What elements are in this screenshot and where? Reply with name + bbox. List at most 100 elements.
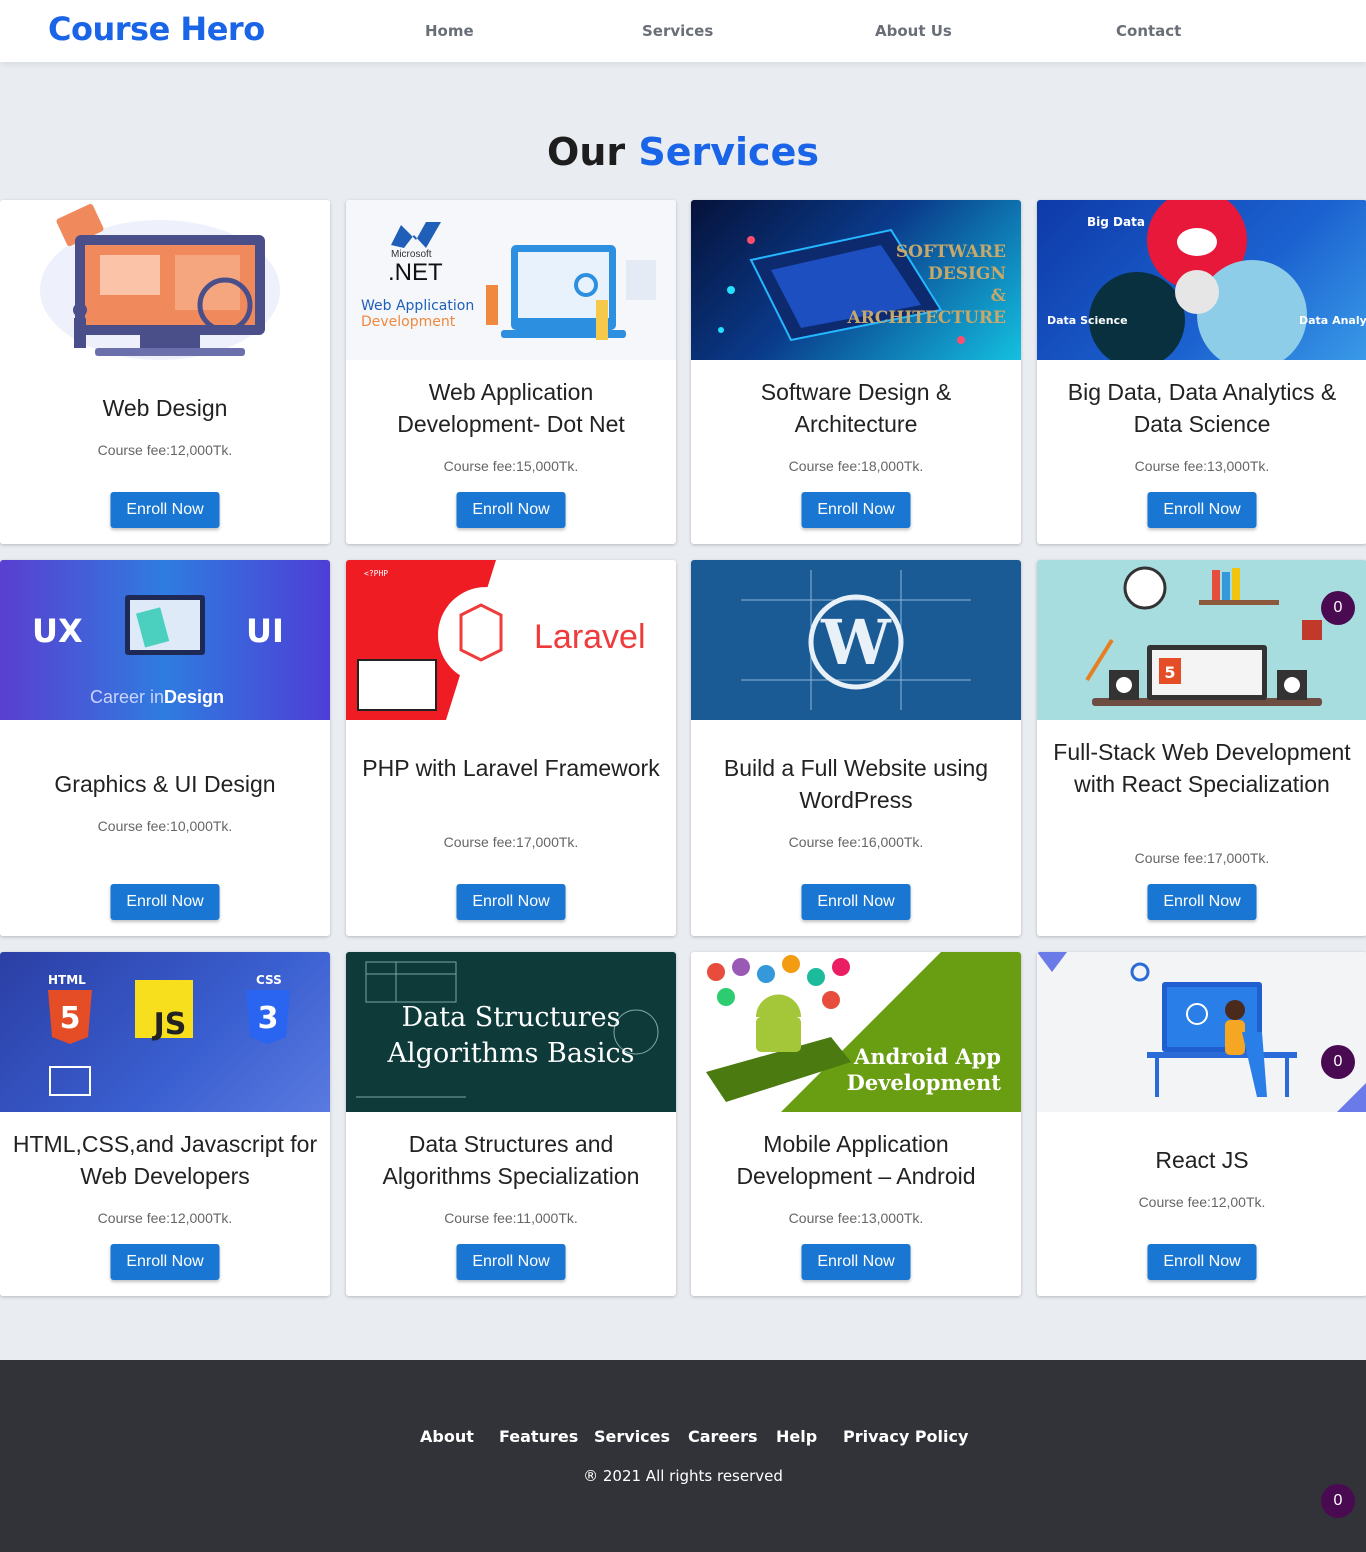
fullstack-illustration: 5 bbox=[1085, 566, 1322, 706]
img-text: Career in bbox=[90, 687, 164, 707]
navbar: Course Hero Home Services About Us Conta… bbox=[0, 0, 1366, 62]
course-card-wordpress: W Build a Full Website using WordPress C… bbox=[691, 560, 1021, 936]
card-fee: Course fee:11,000Tk. bbox=[444, 1210, 578, 1226]
section-title-prefix: Our bbox=[547, 130, 626, 174]
web-design-illustration bbox=[40, 203, 280, 360]
img-text: ARCHITECTURE bbox=[846, 308, 1006, 328]
notification-badge[interactable]: 0 bbox=[1321, 591, 1355, 625]
enroll-now-button[interactable]: Enroll Now bbox=[1147, 1244, 1257, 1280]
enroll-now-button[interactable]: Enroll Now bbox=[110, 1244, 220, 1280]
card-image-android: Android App Development bbox=[691, 952, 1021, 1112]
img-text: Algorithms Basics bbox=[387, 1038, 635, 1069]
card-image-dot-net: Microsoft .NET Web Application Developme… bbox=[346, 200, 676, 360]
img-text: Data Structures bbox=[401, 1002, 620, 1033]
card-image-graphics-ui: UX UI Career in Design bbox=[0, 560, 330, 720]
card-fee: Course fee:17,000Tk. bbox=[443, 834, 579, 850]
card-title: Full-Stack Web Development with React Sp… bbox=[1053, 739, 1351, 797]
enroll-now-button[interactable]: Enroll Now bbox=[456, 884, 566, 920]
card-image-html-css-js: HTML 5 JS CSS 3 bbox=[0, 952, 330, 1112]
enroll-now-button[interactable]: Enroll Now bbox=[110, 884, 220, 920]
card-title: Mobile Application Development – Android bbox=[736, 1131, 976, 1189]
card-fee: Course fee:16,000Tk. bbox=[788, 834, 924, 850]
nav-about-us[interactable]: About Us bbox=[875, 22, 952, 40]
img-text: & bbox=[991, 286, 1007, 306]
nav-contact[interactable]: Contact bbox=[1116, 22, 1181, 40]
card-image-fullstack-react: 5 bbox=[1037, 560, 1366, 720]
footer: About Features Services Careers Help Pri… bbox=[0, 1360, 1366, 1552]
img-text: UX bbox=[32, 612, 83, 650]
img-text: SOFTWARE bbox=[896, 242, 1006, 262]
brand-logo[interactable]: Course Hero bbox=[48, 10, 265, 48]
software-design-illustration: SOFTWARE DESIGN & ARCHITECTURE bbox=[718, 228, 1007, 344]
footer-link-careers[interactable]: Careers bbox=[688, 1427, 758, 1446]
img-text: CSS bbox=[256, 973, 282, 987]
notification-badge[interactable]: 0 bbox=[1321, 1484, 1355, 1518]
footer-link-privacy-policy[interactable]: Privacy Policy bbox=[843, 1427, 968, 1446]
img-text: 5 bbox=[60, 1001, 81, 1036]
enroll-now-button[interactable]: Enroll Now bbox=[1147, 884, 1257, 920]
card-fee: Course fee:13,000Tk. bbox=[788, 1210, 924, 1226]
section-title-accent: Services bbox=[638, 130, 819, 174]
card-title: Data Structures and Algorithms Specializ… bbox=[382, 1131, 640, 1189]
card-title: React JS bbox=[1155, 1147, 1249, 1173]
img-text: 5 bbox=[1164, 663, 1175, 682]
card-title: Web Application Development- Dot Net bbox=[397, 379, 625, 437]
img-text: Android App bbox=[853, 1044, 1001, 1069]
html-css-js-illustration: HTML 5 JS CSS 3 bbox=[48, 973, 290, 1096]
img-text: W bbox=[820, 606, 892, 679]
section-title: Our Services bbox=[0, 130, 1366, 174]
footer-link-help[interactable]: Help bbox=[776, 1427, 817, 1446]
card-image-data-structures: Data Structures Algorithms Basics bbox=[346, 952, 676, 1112]
course-card-web-design: Web Design Course fee:12,000Tk. Enroll N… bbox=[0, 200, 330, 544]
img-text: Laravel bbox=[534, 618, 646, 656]
nav-home[interactable]: Home bbox=[425, 22, 474, 40]
img-text: .NET bbox=[388, 259, 443, 286]
graphics-ui-illustration: UX UI Career in Design bbox=[32, 595, 284, 707]
react-js-illustration bbox=[1037, 952, 1366, 1112]
card-fee: Course fee:12,000Tk. bbox=[97, 442, 233, 458]
card-image-react-js bbox=[1037, 952, 1366, 1112]
img-text: <?PHP bbox=[364, 569, 388, 578]
notification-badge[interactable]: 0 bbox=[1321, 1045, 1355, 1079]
enroll-now-button[interactable]: Enroll Now bbox=[456, 492, 566, 528]
nav-services[interactable]: Services bbox=[642, 22, 713, 40]
card-title: Software Design & Architecture bbox=[760, 379, 952, 437]
card-fee: Course fee:12,000Tk. bbox=[97, 1210, 233, 1226]
course-card-data-structures: Data Structures Algorithms Basics Data S… bbox=[346, 952, 676, 1296]
enroll-now-button[interactable]: Enroll Now bbox=[801, 1244, 911, 1280]
big-data-illustration: Big Data Data Science Data Analytics bbox=[1047, 200, 1366, 360]
course-card-big-data: Big Data Data Science Data Analytics Big… bbox=[1037, 200, 1366, 544]
course-card-laravel: <?PHP Laravel PHP with Laravel Framework… bbox=[346, 560, 676, 936]
card-fee: Course fee:10,000Tk. bbox=[97, 818, 233, 834]
footer-link-features[interactable]: Features bbox=[499, 1427, 578, 1446]
img-text: Development bbox=[361, 314, 456, 330]
dot-net-illustration: Microsoft .NET Web Application Developme… bbox=[361, 222, 656, 340]
footer-link-about[interactable]: About bbox=[420, 1427, 474, 1446]
card-fee: Course fee:13,000Tk. bbox=[1134, 458, 1270, 474]
course-card-html-css-js: HTML 5 JS CSS 3 HTML,CSS,and Javascript … bbox=[0, 952, 330, 1296]
img-text: 3 bbox=[258, 1001, 279, 1036]
img-text: HTML bbox=[48, 973, 86, 987]
card-image-software-design: SOFTWARE DESIGN & ARCHITECTURE bbox=[691, 200, 1021, 360]
course-card-graphics-ui: UX UI Career in Design Graphics & UI Des… bbox=[0, 560, 330, 936]
img-text: UI bbox=[246, 612, 284, 650]
card-title: Graphics & UI Design bbox=[54, 771, 276, 797]
card-fee: Course fee:12,00Tk. bbox=[1138, 1194, 1266, 1210]
enroll-now-button[interactable]: Enroll Now bbox=[801, 884, 911, 920]
card-fee: Course fee:15,000Tk. bbox=[443, 458, 579, 474]
img-text: Web Application bbox=[361, 298, 474, 314]
enroll-now-button[interactable]: Enroll Now bbox=[110, 492, 220, 528]
footer-link-services[interactable]: Services bbox=[594, 1427, 670, 1446]
enroll-now-button[interactable]: Enroll Now bbox=[801, 492, 911, 528]
card-title: Web Design bbox=[102, 395, 228, 421]
course-card-react-js: React JS Course fee:12,00Tk. Enroll Now bbox=[1037, 952, 1366, 1296]
card-image-web-design bbox=[0, 200, 330, 360]
img-text: Data Analytics bbox=[1299, 314, 1366, 327]
card-title: Build a Full Website using WordPress bbox=[723, 755, 989, 813]
card-fee: Course fee:17,000Tk. bbox=[1134, 850, 1270, 866]
enroll-now-button[interactable]: Enroll Now bbox=[456, 1244, 566, 1280]
course-card-fullstack-react: 5 Full-Stack Web Development with React … bbox=[1037, 560, 1366, 936]
data-structures-illustration: Data Structures Algorithms Basics bbox=[356, 961, 659, 1098]
enroll-now-button[interactable]: Enroll Now bbox=[1147, 492, 1257, 528]
img-text: Development bbox=[847, 1070, 1002, 1095]
